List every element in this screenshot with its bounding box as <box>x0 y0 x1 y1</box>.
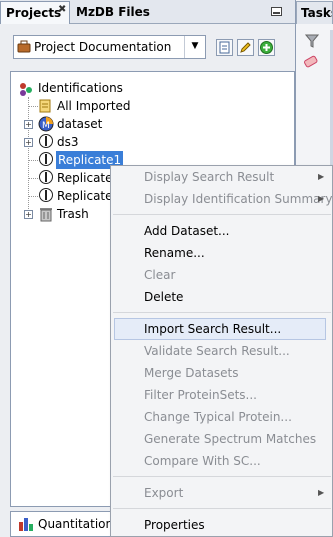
expand-icon[interactable]: + <box>24 138 33 147</box>
menu-item-display-search-result[interactable]: Display Search Result <box>144 166 274 188</box>
tab-mzdb-files[interactable]: MzDB Files <box>72 1 150 24</box>
menu-item-rename[interactable]: Rename... <box>144 242 205 264</box>
tree-line <box>28 97 29 215</box>
menu-item-filter-proteinsets[interactable]: Filter ProteinSets... <box>144 384 257 406</box>
menu-item-generate-spectrum-matches[interactable]: Generate Spectrum Matches <box>144 428 316 450</box>
menu-item-compare-with-sc[interactable]: Compare With SC... <box>144 450 261 472</box>
dataset-ring-icon <box>39 134 53 148</box>
menu-item-display-identification-summary[interactable]: Display Identification Summary <box>144 188 333 210</box>
menu-item-delete[interactable]: Delete <box>144 286 183 308</box>
dataset-ring-icon <box>39 188 53 202</box>
tree-line <box>28 106 38 107</box>
menu-item-import-search-result[interactable]: Import Search Result... <box>144 318 281 340</box>
filter-icon[interactable] <box>304 34 320 51</box>
properties-button[interactable] <box>216 39 233 56</box>
tree-root-quantitations[interactable]: Quantitations <box>38 515 119 533</box>
menu-item-properties[interactable]: Properties <box>144 514 205 536</box>
identifications-icon <box>18 81 34 100</box>
quantitations-icon <box>18 516 34 535</box>
submenu-arrow-icon: ▶ <box>318 488 325 497</box>
tree-item-dataset[interactable]: dataset <box>57 115 102 133</box>
close-icon[interactable]: ✖ <box>58 4 66 15</box>
menu-separator <box>113 476 331 477</box>
tab-mzdb-label: MzDB Files <box>76 5 150 19</box>
trash-icon <box>39 206 53 225</box>
folder-icon <box>39 98 53 116</box>
expand-icon[interactable]: + <box>24 120 33 129</box>
menu-item-export[interactable]: Export <box>144 482 183 504</box>
tree-item-all-imported[interactable]: All Imported <box>57 97 131 115</box>
tree-line <box>28 196 38 197</box>
submenu-arrow-icon: ▶ <box>318 172 325 181</box>
svg-text:M: M <box>42 121 50 131</box>
menu-item-merge-datasets[interactable]: Merge Datasets <box>144 362 239 384</box>
menu-separator <box>113 312 331 313</box>
tab-tasks-label: Tasks L <box>301 6 332 20</box>
menu-item-add-dataset[interactable]: Add Dataset... <box>144 220 229 242</box>
expand-icon[interactable]: + <box>24 210 33 219</box>
dataset-ring-icon <box>39 170 53 184</box>
chevron-down-icon[interactable]: ▼ <box>184 36 205 58</box>
menu-item-clear[interactable]: Clear <box>144 264 175 286</box>
minimize-icon[interactable] <box>271 7 282 16</box>
menu-item-change-typical-protein[interactable]: Change Typical Protein... <box>144 406 292 428</box>
tab-projects-label: Projects <box>6 6 62 20</box>
edit-button[interactable] <box>237 39 254 56</box>
tree-line <box>28 178 38 179</box>
submenu-arrow-icon: ▶ <box>318 194 325 203</box>
eraser-icon[interactable] <box>303 55 319 72</box>
tree-item-trash[interactable]: Trash <box>57 205 89 223</box>
project-selector-label: Project Documentation <box>34 40 172 54</box>
dataset-icon: M <box>38 116 54 135</box>
briefcase-icon <box>17 40 31 56</box>
tree-line <box>28 160 38 161</box>
tree-item-ds3[interactable]: ds3 <box>57 133 79 151</box>
menu-separator <box>113 214 331 215</box>
dataset-ring-icon <box>39 152 53 166</box>
add-project-button[interactable] <box>258 39 275 56</box>
menu-separator <box>113 508 331 509</box>
tab-tasks[interactable]: Tasks L <box>296 1 333 24</box>
tree-root-identifications[interactable]: Identifications <box>38 79 123 97</box>
menu-item-validate-search-result[interactable]: Validate Search Result... <box>144 340 290 362</box>
